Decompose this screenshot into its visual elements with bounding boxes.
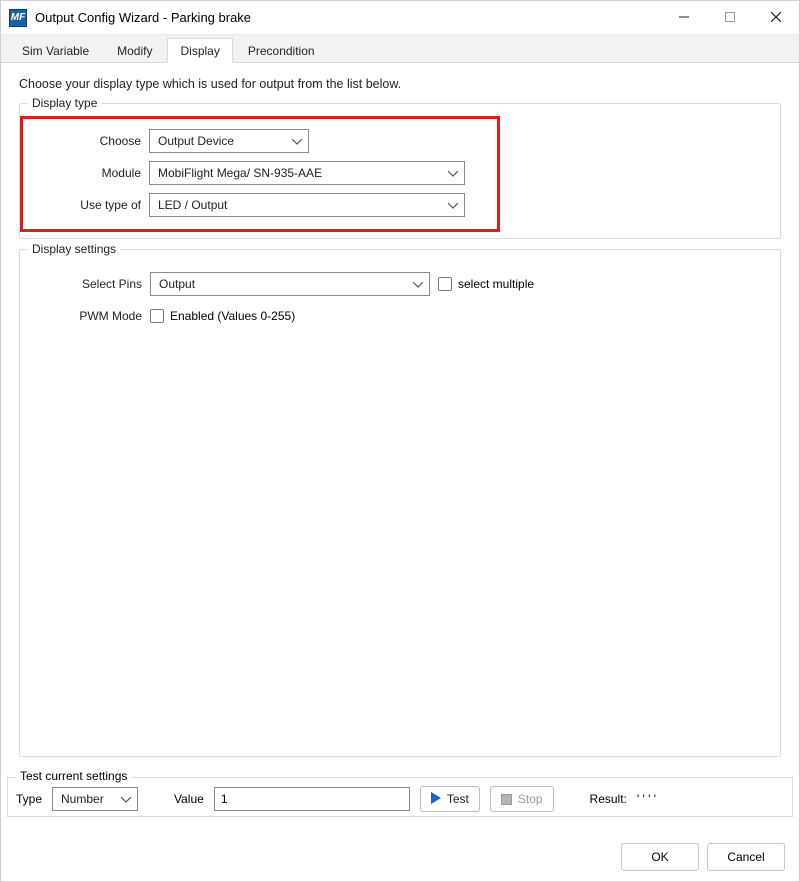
label-test-type: Type (16, 792, 42, 806)
combo-choose[interactable]: Output Device (149, 129, 309, 153)
button-stop-label: Stop (518, 792, 543, 806)
label-select-pins: Select Pins (30, 277, 150, 291)
combo-select-pins[interactable]: Output (150, 272, 430, 296)
tab-modify[interactable]: Modify (104, 38, 165, 62)
checkbox-pwm-enabled[interactable]: Enabled (Values 0-255) (150, 309, 295, 323)
label-test-value: Value (174, 792, 204, 806)
label-result: Result: (590, 792, 627, 806)
label-choose: Choose (29, 134, 149, 148)
maximize-button[interactable] (707, 1, 753, 34)
display-settings-group: Display settings Select Pins Output sele… (19, 249, 781, 757)
row-use-type: Use type of LED / Output (29, 191, 491, 219)
value-result: ' ' ' ' (637, 792, 656, 806)
combo-module-value: MobiFlight Mega/ SN-935-AAE (158, 166, 322, 180)
combo-test-type[interactable]: Number (52, 787, 138, 811)
app-icon: MF (9, 9, 27, 27)
combo-module[interactable]: MobiFlight Mega/ SN-935-AAE (149, 161, 465, 185)
minimize-icon (679, 10, 689, 25)
chevron-down-icon (121, 792, 131, 806)
chevron-down-icon (413, 277, 423, 291)
combo-use-type-value: LED / Output (158, 198, 227, 212)
window-title: Output Config Wizard - Parking brake (35, 10, 251, 25)
label-use-type: Use type of (29, 198, 149, 212)
intro-text: Choose your display type which is used f… (19, 77, 781, 91)
titlebar: MF Output Config Wizard - Parking brake (1, 1, 799, 35)
checkbox-box-icon (150, 309, 164, 323)
stop-icon (501, 794, 512, 805)
button-test[interactable]: Test (420, 786, 480, 812)
combo-use-type[interactable]: LED / Output (149, 193, 465, 217)
ok-button[interactable]: OK (621, 843, 699, 871)
checkbox-pwm-enabled-label: Enabled (Values 0-255) (170, 309, 295, 323)
row-select-pins: Select Pins Output select multiple (30, 270, 770, 298)
combo-test-type-value: Number (61, 792, 104, 806)
combo-choose-value: Output Device (158, 134, 234, 148)
combo-select-pins-value: Output (159, 277, 195, 291)
close-icon (771, 10, 781, 25)
display-type-group: Display type Choose Output Device Module… (19, 103, 781, 239)
display-type-legend: Display type (28, 96, 101, 110)
checkbox-box-icon (438, 277, 452, 291)
chevron-down-icon (448, 166, 458, 180)
row-pwm-mode: PWM Mode Enabled (Values 0-255) (30, 302, 770, 330)
button-test-label: Test (447, 792, 469, 806)
test-settings-legend: Test current settings (16, 769, 131, 783)
tab-display[interactable]: Display (167, 38, 232, 63)
chevron-down-icon (448, 198, 458, 212)
close-button[interactable] (753, 1, 799, 34)
dialog-buttons: OK Cancel (621, 843, 785, 871)
label-pwm-mode: PWM Mode (30, 309, 150, 323)
display-settings-legend: Display settings (28, 242, 120, 256)
dialog-body: Choose your display type which is used f… (1, 63, 799, 833)
label-module: Module (29, 166, 149, 180)
input-test-value-text: 1 (221, 792, 228, 806)
test-row: Type Number Value 1 Test Stop Result: ' … (16, 784, 784, 814)
tab-sim-variable[interactable]: Sim Variable (9, 38, 102, 62)
highlight-box: Choose Output Device Module MobiFlight M… (20, 116, 500, 232)
play-icon (431, 792, 441, 807)
checkbox-select-multiple-label: select multiple (458, 277, 534, 291)
tabstrip: Sim Variable Modify Display Precondition (1, 35, 799, 63)
minimize-button[interactable] (661, 1, 707, 34)
cancel-button[interactable]: Cancel (707, 843, 785, 871)
chevron-down-icon (292, 134, 302, 148)
row-choose: Choose Output Device (29, 127, 491, 155)
input-test-value[interactable]: 1 (214, 787, 410, 811)
row-module: Module MobiFlight Mega/ SN-935-AAE (29, 159, 491, 187)
checkbox-select-multiple[interactable]: select multiple (438, 277, 534, 291)
tab-precondition[interactable]: Precondition (235, 38, 328, 62)
maximize-icon (725, 10, 735, 25)
test-settings-group: Test current settings Type Number Value … (7, 777, 793, 817)
window-controls (661, 1, 799, 34)
button-stop[interactable]: Stop (490, 786, 554, 812)
